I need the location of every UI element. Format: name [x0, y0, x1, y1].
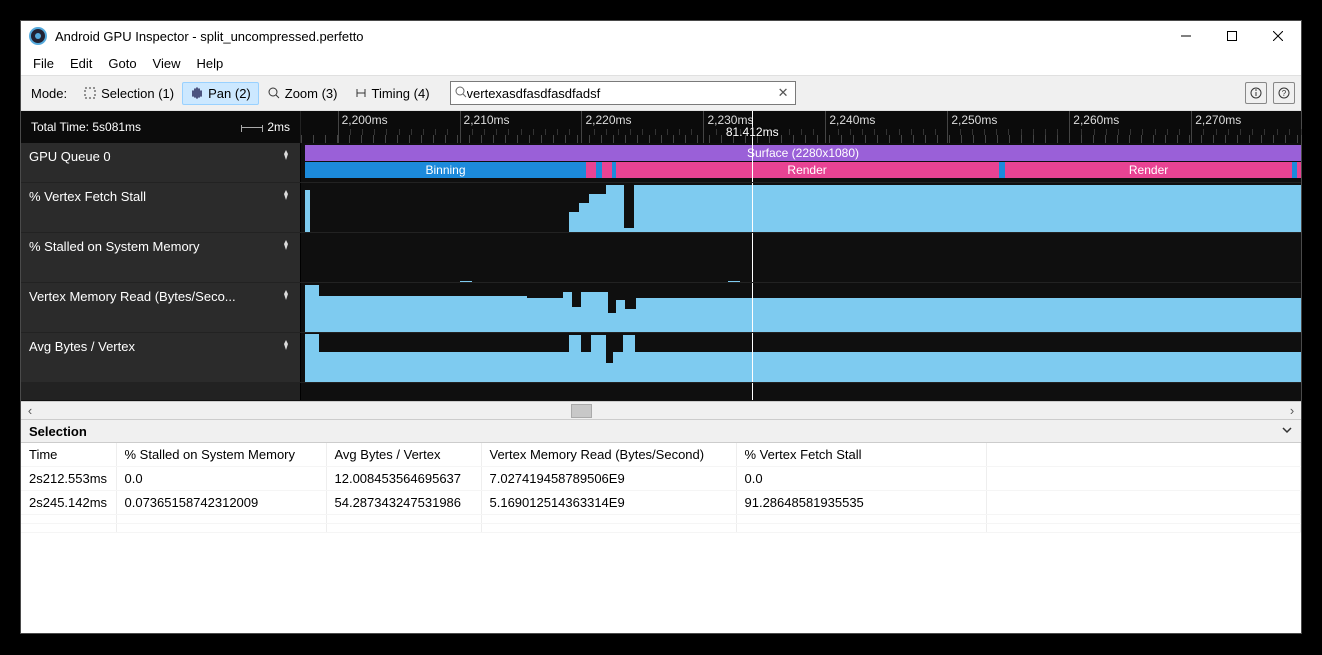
scale-label: 2ms: [267, 120, 290, 134]
menu-view[interactable]: View: [145, 54, 189, 73]
gpu-segment[interactable]: [602, 162, 612, 178]
minimize-button[interactable]: [1163, 21, 1209, 51]
column-header[interactable]: Time: [21, 443, 116, 467]
mode-zoom-button[interactable]: Zoom (3): [259, 82, 346, 105]
scroll-right-arrow[interactable]: ›: [1283, 403, 1301, 418]
timeline-ruler[interactable]: Total Time: 5s081ms 2ms 2,200ms2,210ms2,…: [21, 111, 1301, 143]
help-button[interactable]: ?: [1273, 82, 1295, 104]
titlebar: Android GPU Inspector - split_uncompress…: [21, 21, 1301, 51]
app-icon: [29, 27, 47, 45]
column-header[interactable]: Vertex Memory Read (Bytes/Second): [481, 443, 736, 467]
menu-edit[interactable]: Edit: [62, 54, 100, 73]
pin-icon[interactable]: [280, 289, 292, 304]
cursor-time-label: 81.412ms: [726, 125, 779, 139]
column-header[interactable]: % Vertex Fetch Stall: [736, 443, 986, 467]
toolbar: Mode: Selection (1)Pan (2)Zoom (3)Timing…: [21, 75, 1301, 111]
total-time-label: Total Time: 5s081ms: [31, 120, 141, 134]
column-header[interactable]: % Stalled on System Memory: [116, 443, 326, 467]
track-ssm: % Stalled on System Memory: [21, 233, 1301, 283]
clear-search-icon[interactable]: ✕: [776, 85, 791, 101]
selection-title: Selection: [29, 424, 87, 439]
tracks-pane[interactable]: GPU Queue 0 Surface (2280x1080) Binning R…: [21, 143, 1301, 401]
track-vmr: Vertex Memory Read (Bytes/Seco...: [21, 283, 1301, 333]
track-label: % Vertex Fetch Stall: [29, 189, 146, 204]
gpu-segment[interactable]: Render: [616, 162, 999, 178]
pin-icon[interactable]: [280, 339, 292, 354]
selection-table[interactable]: Time% Stalled on System MemoryAvg Bytes …: [21, 443, 1301, 633]
track-body-ssm[interactable]: [301, 233, 1301, 282]
pan-icon: [190, 86, 204, 100]
mode-pan-button[interactable]: Pan (2): [182, 82, 259, 105]
track-vfs: % Vertex Fetch Stall: [21, 183, 1301, 233]
app-window: Android GPU Inspector - split_uncompress…: [20, 20, 1302, 634]
gpu-segment[interactable]: [1297, 162, 1301, 178]
search-icon: [455, 86, 467, 101]
mode-timing-button[interactable]: Timing (4): [346, 82, 438, 105]
mode-label: Mode:: [27, 86, 71, 101]
menu-help[interactable]: Help: [189, 54, 232, 73]
gpu-segment[interactable]: Render: [1005, 162, 1293, 178]
search-input[interactable]: [467, 86, 776, 101]
timeline-horizontal-scrollbar[interactable]: ‹ ›: [21, 401, 1301, 419]
track-label: % Stalled on System Memory: [29, 239, 200, 254]
pin-icon[interactable]: [280, 239, 292, 254]
selection-icon: [83, 86, 97, 100]
gpu-surface-bar[interactable]: Surface (2280x1080): [305, 145, 1301, 161]
track-label: GPU Queue 0: [29, 149, 111, 164]
search-box[interactable]: ✕: [450, 81, 796, 105]
track-gpu-queue: GPU Queue 0 Surface (2280x1080) Binning R…: [21, 143, 1301, 183]
track-label: Avg Bytes / Vertex: [29, 339, 135, 354]
table-row[interactable]: 2s212.553ms0.012.0084535646956377.027419…: [21, 467, 1301, 491]
pin-icon[interactable]: [280, 149, 292, 164]
info-button[interactable]: [1245, 82, 1267, 104]
scroll-left-arrow[interactable]: ‹: [21, 403, 39, 418]
timing-icon: [354, 86, 368, 100]
maximize-button[interactable]: [1209, 21, 1255, 51]
scrollbar-thumb[interactable]: [571, 404, 591, 418]
track-body-abv[interactable]: [301, 333, 1301, 382]
time-scale[interactable]: 2,200ms2,210ms2,220ms2,230ms2,240ms2,250…: [301, 111, 1301, 143]
svg-text:?: ?: [1282, 89, 1287, 98]
pin-icon[interactable]: [280, 189, 292, 204]
column-header[interactable]: Avg Bytes / Vertex: [326, 443, 481, 467]
window-buttons: [1163, 21, 1301, 51]
window-title: Android GPU Inspector - split_uncompress…: [55, 29, 1163, 44]
gpu-segment[interactable]: [586, 162, 596, 178]
menu-file[interactable]: File: [25, 54, 62, 73]
track-abv: Avg Bytes / Vertex: [21, 333, 1301, 383]
track-body-vfs[interactable]: [301, 183, 1301, 232]
collapse-icon[interactable]: [1281, 424, 1293, 439]
track-body-vmr[interactable]: [301, 283, 1301, 332]
track-body-gpu[interactable]: Surface (2280x1080) Binning Render Render: [301, 143, 1301, 182]
table-row[interactable]: 2s245.142ms0.0736515874231200954.2873432…: [21, 491, 1301, 515]
selection-panel-header[interactable]: Selection: [21, 419, 1301, 443]
track-label: Vertex Memory Read (Bytes/Seco...: [29, 289, 236, 304]
menubar: FileEditGotoViewHelp: [21, 51, 1301, 75]
close-button[interactable]: [1255, 21, 1301, 51]
menu-goto[interactable]: Goto: [100, 54, 144, 73]
gpu-segment[interactable]: Binning: [305, 162, 587, 178]
mode-selection-button[interactable]: Selection (1): [75, 82, 182, 105]
zoom-icon: [267, 86, 281, 100]
